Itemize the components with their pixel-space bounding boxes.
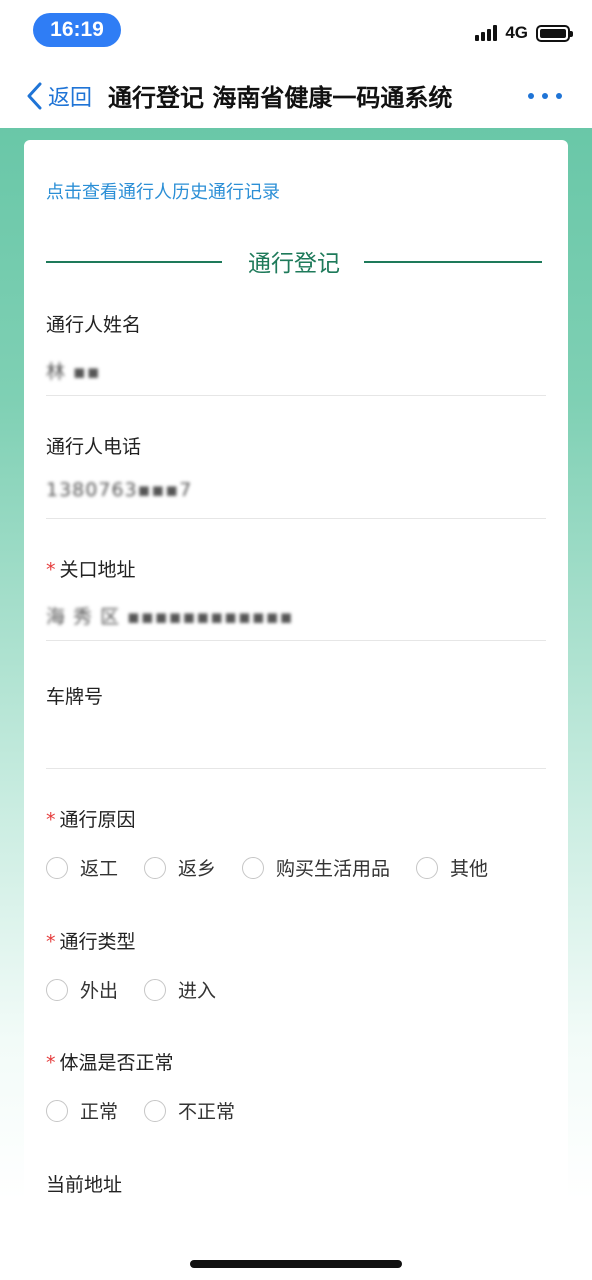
checkpoint-label: * 关口地址 bbox=[46, 559, 136, 581]
field-divider bbox=[46, 640, 546, 641]
nav-bar: 返回 通行登记 海南省健康一码通系统 bbox=[0, 64, 592, 128]
type-label: * 通行类型 bbox=[46, 931, 136, 953]
home-indicator[interactable] bbox=[190, 1260, 402, 1268]
field-divider bbox=[46, 518, 546, 519]
reason-option[interactable]: 返工 bbox=[46, 854, 118, 881]
name-label: 通行人姓名 bbox=[46, 314, 142, 336]
reason-label: * 通行原因 bbox=[46, 809, 136, 831]
form-card: 点击查看通行人历史通行记录 通行登记 通行人姓名 林 ▪▪ 通行人电话 1380… bbox=[24, 140, 568, 1280]
required-mark: * bbox=[46, 931, 56, 953]
name-value[interactable]: 林 ▪▪ bbox=[46, 357, 546, 387]
back-label: 返回 bbox=[48, 86, 93, 111]
more-button[interactable] bbox=[528, 86, 562, 106]
status-bar: 16:19 4G bbox=[0, 0, 592, 64]
type-option[interactable]: 进入 bbox=[144, 976, 216, 1003]
type-options: 外出 进入 bbox=[46, 976, 546, 1003]
temperature-options: 正常 不正常 bbox=[46, 1097, 546, 1124]
radio-circle-icon bbox=[242, 856, 265, 879]
current-address-field[interactable]: 当前地址 bbox=[46, 1170, 546, 1247]
history-records-link[interactable]: 点击查看通行人历史通行记录 bbox=[46, 178, 280, 204]
phone-label: 通行人电话 bbox=[46, 436, 142, 458]
section-header: 通行登记 bbox=[46, 244, 542, 280]
reason-option[interactable]: 购买生活用品 bbox=[242, 854, 390, 881]
type-field: * 通行类型 外出 进入 bbox=[46, 927, 546, 1003]
status-time: 16:19 bbox=[33, 13, 121, 47]
checkpoint-value[interactable]: 海 秀 区 ▪▪▪▪▪▪▪▪▪▪▪▪ bbox=[46, 602, 546, 632]
required-mark: * bbox=[46, 559, 56, 581]
plate-label: 车牌号 bbox=[46, 686, 104, 708]
page-title: 通行登记 海南省健康一码通系统 bbox=[108, 84, 453, 112]
radio-circle-icon bbox=[144, 978, 167, 1001]
phone-value[interactable]: 1380763▪▪▪7 bbox=[46, 479, 546, 509]
temperature-option[interactable]: 正常 bbox=[46, 1097, 118, 1124]
back-button[interactable]: 返回 bbox=[26, 80, 92, 112]
temperature-option[interactable]: 不正常 bbox=[144, 1097, 235, 1124]
reason-option[interactable]: 其他 bbox=[416, 854, 488, 881]
network-type: 4G bbox=[505, 23, 528, 42]
divider-right bbox=[364, 261, 542, 263]
checkpoint-field[interactable]: * 关口地址 海 秀 区 ▪▪▪▪▪▪▪▪▪▪▪▪ bbox=[46, 555, 546, 632]
radio-circle-icon bbox=[144, 856, 167, 879]
field-divider bbox=[46, 768, 546, 769]
radio-circle-icon bbox=[144, 1099, 167, 1122]
phone-field[interactable]: 通行人电话 1380763▪▪▪7 bbox=[46, 432, 546, 509]
radio-circle-icon bbox=[46, 1099, 68, 1122]
required-mark: * bbox=[46, 809, 56, 831]
plate-input[interactable] bbox=[46, 729, 546, 759]
current-address-input[interactable] bbox=[46, 1217, 546, 1247]
plate-field[interactable]: 车牌号 bbox=[46, 682, 546, 759]
more-dots-icon bbox=[528, 93, 534, 99]
name-field[interactable]: 通行人姓名 林 ▪▪ bbox=[46, 310, 546, 387]
radio-circle-icon bbox=[416, 856, 439, 879]
field-divider bbox=[46, 395, 546, 396]
current-address-label: 当前地址 bbox=[46, 1174, 123, 1196]
type-option[interactable]: 外出 bbox=[46, 976, 118, 1003]
temperature-field: * 体温是否正常 正常 不正常 bbox=[46, 1048, 546, 1124]
status-indicators: 4G bbox=[475, 22, 573, 44]
battery-icon bbox=[536, 24, 573, 42]
reason-option[interactable]: 返乡 bbox=[144, 854, 216, 881]
temperature-label: * 体温是否正常 bbox=[46, 1052, 174, 1074]
signal-icon bbox=[475, 25, 498, 41]
required-mark: * bbox=[46, 1052, 56, 1074]
screen: 16:19 4G 返回 通行登记 海南省健康一码通系统 点击查看通行人历史通行记… bbox=[0, 0, 592, 1280]
reason-field: * 通行原因 返工 返乡 购买生活用品 其他 bbox=[46, 805, 546, 881]
reason-options: 返工 返乡 购买生活用品 其他 bbox=[46, 854, 546, 881]
radio-circle-icon bbox=[46, 856, 68, 879]
chevron-left-icon bbox=[27, 82, 42, 110]
radio-circle-icon bbox=[46, 978, 68, 1001]
